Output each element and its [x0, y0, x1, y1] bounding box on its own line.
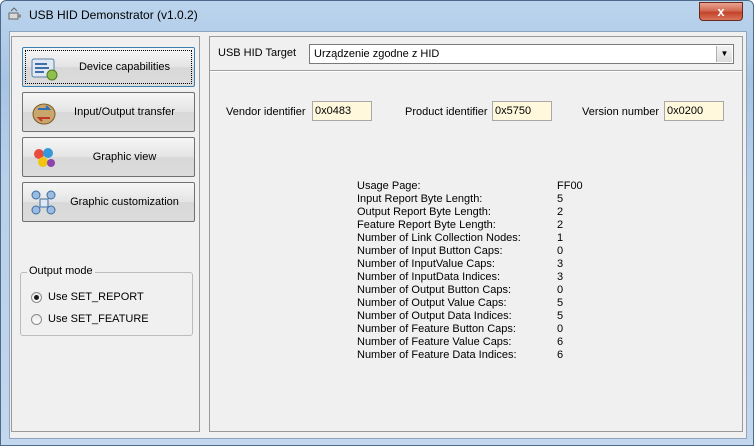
cap-value: 6 [557, 349, 564, 361]
cap-row: Number of Output Button Caps: 0 [357, 284, 617, 297]
cap-key: Number of Feature Button Caps: [357, 323, 516, 335]
cap-key: Input Report Byte Length: [357, 193, 483, 205]
target-dropdown-value: Urządzenie zgodne z HID [314, 48, 440, 60]
cap-key: Number of Output Button Caps: [357, 284, 512, 296]
cap-key: Feature Report Byte Length: [357, 219, 496, 231]
product-label: Product identifier [405, 106, 488, 118]
cap-value: 0 [557, 323, 564, 335]
cap-row: Number of Output Data Indices: 5 [357, 310, 617, 323]
cap-value: 2 [557, 219, 564, 231]
graphic-view-label: Graphic view [92, 151, 157, 163]
cap-value: 1 [557, 232, 564, 244]
cap-row: Number of Link Collection Nodes: 1 [357, 232, 617, 245]
io-transfer-icon [32, 103, 56, 125]
cap-key: Number of Link Collection Nodes: [357, 232, 521, 244]
version-label: Version number [582, 106, 660, 118]
cap-row: Number of Input Button Caps: 0 [357, 245, 617, 258]
radio-unselected-icon [31, 314, 42, 325]
cap-row: Number of InputData Indices: 3 [357, 271, 617, 284]
cap-row: Number of Output Value Caps: 5 [357, 297, 617, 310]
chevron-down-icon[interactable]: ▼ [716, 46, 732, 62]
usb-app-icon [8, 7, 21, 20]
vendor-field[interactable]: 0x0483 [312, 101, 372, 121]
right-panel: USB HID Target Urządzenie zgodne z HID ▼… [209, 36, 743, 432]
window-title: USB HID Demonstrator (v1.0.2) [29, 8, 198, 22]
cap-row: Number of Feature Value Caps: 6 [357, 336, 617, 349]
cap-row: Number of InputValue Caps: 3 [357, 258, 617, 271]
product-field[interactable]: 0x5750 [492, 101, 552, 121]
version-field[interactable]: 0x0200 [664, 101, 724, 121]
cap-value: 5 [557, 297, 564, 309]
graphic-customization-button[interactable]: Graphic customization [22, 182, 195, 222]
cap-key: Number of InputValue Caps: [357, 258, 495, 270]
cap-key: Output Report Byte Length: [357, 206, 491, 218]
cap-key: Number of Input Button Caps: [357, 245, 503, 257]
graphic-view-icon [34, 148, 55, 167]
set-report-label: Use SET_REPORT [48, 291, 144, 303]
cap-value: 5 [557, 310, 564, 322]
capabilities-list: Usage Page: FF00 Input Report Byte Length… [357, 180, 617, 362]
left-panel: Device capabilities Input/Output transfe… [11, 36, 200, 432]
cap-row: Usage Page: FF00 [357, 180, 617, 193]
divider [210, 70, 742, 72]
cap-key: Number of Output Value Caps: [357, 297, 507, 309]
set-feature-radio[interactable]: Use SET_FEATURE [31, 313, 191, 327]
cap-key: Number of Output Data Indices: [357, 310, 512, 322]
title-bar[interactable]: USB HID Demonstrator (v1.0.2) x [1, 1, 753, 31]
io-transfer-label: Input/Output transfer [74, 106, 175, 118]
graphic-customization-icon [31, 190, 56, 215]
io-transfer-button[interactable]: Input/Output transfer [22, 92, 195, 132]
close-icon: x [717, 4, 725, 19]
target-label: USB HID Target [218, 47, 297, 59]
radio-selected-icon [31, 292, 42, 303]
graphic-view-button[interactable]: Graphic view [22, 137, 195, 177]
cap-row: Input Report Byte Length: 5 [357, 193, 617, 206]
cap-value: 6 [557, 336, 564, 348]
output-mode-group: Output mode Use SET_REPORT Use SET_FEATU… [20, 265, 193, 336]
cap-row: Number of Feature Data Indices: 6 [357, 349, 617, 362]
cap-key: Usage Page: [357, 180, 421, 192]
cap-key: Number of InputData Indices: [357, 271, 501, 283]
device-capabilities-label: Device capabilities [78, 61, 171, 73]
target-dropdown[interactable]: Urządzenie zgodne z HID ▼ [309, 44, 734, 64]
output-mode-title: Output mode [27, 265, 95, 277]
vendor-label: Vendor identifier [226, 106, 306, 118]
set-feature-label: Use SET_FEATURE [48, 313, 149, 325]
cap-value: 2 [557, 206, 564, 218]
graphic-customization-label: Graphic customization [70, 196, 179, 208]
close-button[interactable]: x [699, 2, 743, 21]
cap-key: Number of Feature Data Indices: [357, 349, 517, 361]
cap-value: 0 [557, 284, 564, 296]
cap-row: Feature Report Byte Length: 2 [357, 219, 617, 232]
device-capabilities-button[interactable]: Device capabilities [22, 47, 195, 87]
cap-value: 3 [557, 258, 564, 270]
device-capabilities-icon [31, 58, 58, 81]
cap-value: 3 [557, 271, 564, 283]
cap-row: Number of Feature Button Caps: 0 [357, 323, 617, 336]
cap-value: 5 [557, 193, 564, 205]
cap-key: Number of Feature Value Caps: [357, 336, 512, 348]
cap-row: Output Report Byte Length: 2 [357, 206, 617, 219]
cap-value: FF00 [557, 180, 583, 192]
set-report-radio[interactable]: Use SET_REPORT [31, 291, 191, 305]
cap-value: 0 [557, 245, 564, 257]
